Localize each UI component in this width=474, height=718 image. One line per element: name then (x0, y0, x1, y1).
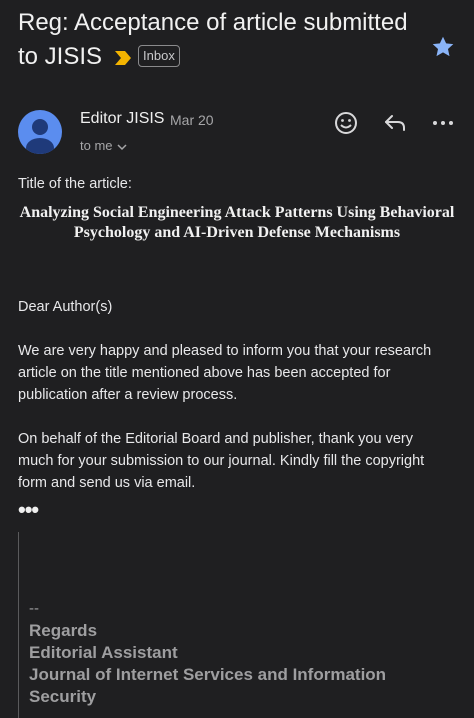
signature-separator: -- (29, 600, 39, 617)
article-title: Analyzing Social Engineering Attack Patt… (19, 204, 455, 241)
signature-journal: Journal of Internet Services and Informa… (29, 665, 387, 706)
chevron-down-icon (116, 144, 127, 150)
title-label: Title of the article: (18, 176, 132, 192)
reply-icon[interactable] (382, 110, 408, 136)
inbox-label-badge[interactable]: Inbox (138, 44, 180, 67)
email-subject: Reg: Acceptance of article submitted to … (18, 6, 418, 74)
sender-name[interactable]: Editor JISIS (80, 110, 164, 128)
show-trimmed-content-button[interactable]: ••• (18, 497, 39, 523)
sender-avatar[interactable] (18, 110, 62, 154)
recipient-details-toggle[interactable]: to me (80, 138, 127, 153)
signature-role: Editorial Assistant (29, 643, 178, 662)
recipient-text: to me (80, 138, 113, 153)
signature-regards: Regards (29, 621, 98, 640)
more-options-icon[interactable] (430, 110, 456, 136)
quote-divider (18, 532, 19, 718)
acceptance-paragraph: We are very happy and pleased to inform … (18, 343, 432, 403)
email-date: Mar 20 (170, 112, 214, 128)
importance-marker-icon[interactable] (114, 50, 132, 66)
subject-text: Reg: Acceptance of article submitted to … (18, 9, 408, 70)
emoji-react-icon[interactable] (333, 110, 359, 136)
person-avatar-icon (26, 119, 54, 154)
greeting: Dear Author(s) (18, 299, 113, 315)
copyright-paragraph: On behalf of the Editorial Board and pub… (18, 431, 425, 491)
star-icon[interactable] (430, 34, 456, 60)
